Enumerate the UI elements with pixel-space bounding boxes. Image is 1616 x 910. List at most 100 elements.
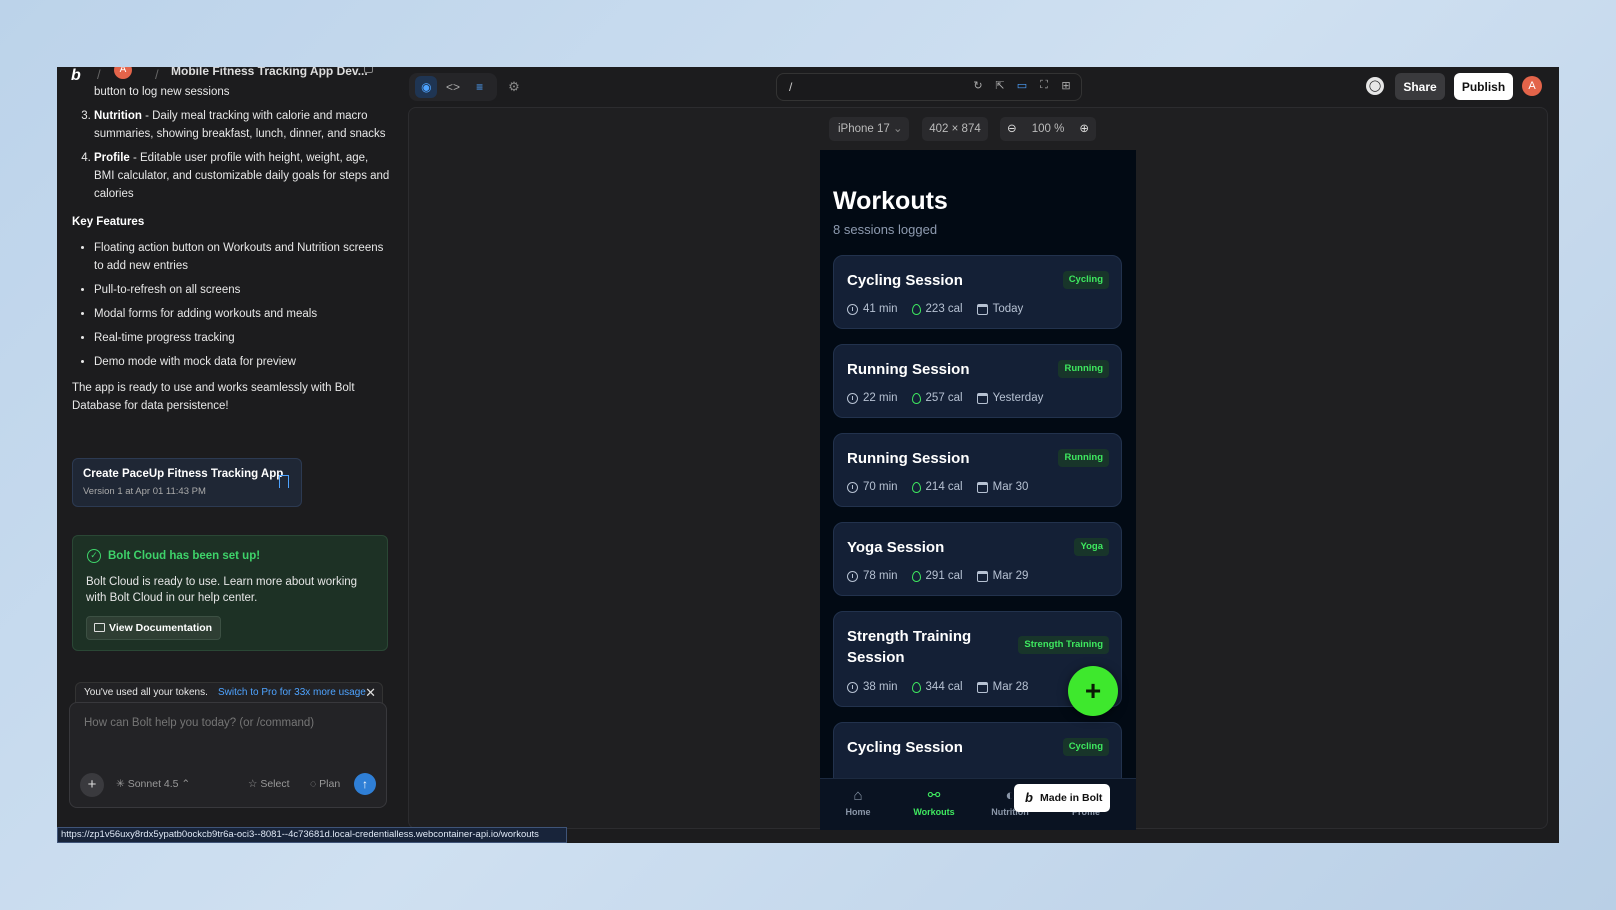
workout-title: Yoga Session	[847, 539, 945, 556]
calories-value: 214 cal	[925, 481, 963, 493]
grid-icon[interactable]: ⊞	[1059, 79, 1073, 92]
github-icon[interactable]: ◯	[1366, 77, 1384, 95]
project-menu-icon[interactable]	[364, 67, 373, 73]
bolt-logo[interactable]: b	[71, 67, 81, 85]
version-card[interactable]: Create PaceUp Fitness Tracking App Versi…	[72, 458, 302, 507]
view-documentation-button[interactable]: View Documentation	[86, 616, 222, 640]
duration: 38 min	[847, 681, 898, 693]
list-item-text: - Editable user profile with height, wei…	[94, 152, 390, 200]
add-workout-button[interactable]: +	[1068, 666, 1118, 716]
add-attachment-button[interactable]: +	[80, 773, 104, 797]
date: Today	[976, 303, 1023, 315]
zoom-in-icon[interactable]: ⊕	[1079, 117, 1089, 141]
select-label: Select	[260, 778, 290, 790]
calories-value: 257 cal	[925, 392, 963, 404]
top-bar: b / A / Mobile Fitness Tracking App Dev.…	[57, 67, 1559, 107]
workout-card[interactable]: Running Session Running 70 min 214 cal M…	[833, 433, 1122, 507]
version-title: Create PaceUp Fitness Tracking App	[83, 468, 284, 480]
page-title: Workouts	[833, 187, 948, 215]
duration: 41 min	[847, 303, 898, 315]
tab-label: Home	[845, 807, 871, 817]
clock-icon	[847, 481, 858, 493]
date: Mar 30	[976, 481, 1028, 493]
workout-type-badge: Strength Training	[1018, 636, 1109, 654]
viewport-dimensions: 402 × 874	[922, 117, 988, 141]
close-icon[interactable]: ✕	[365, 685, 376, 701]
publish-button[interactable]: Publish	[1454, 73, 1513, 100]
prompt-box: + ✳ Sonnet 4.5 ⌃ ☆ Select ◌ Plan ↑	[69, 702, 387, 808]
workout-type-badge: Yoga	[1074, 538, 1109, 556]
made-in-bolt-badge[interactable]: b Made in Bolt	[1014, 784, 1110, 812]
token-notice: You've used all your tokens. Switch to P…	[75, 682, 383, 704]
tab-home[interactable]: ⌂ Home	[828, 787, 888, 817]
dumbbell-icon: ⚯	[927, 787, 941, 804]
workout-card[interactable]: Cycling Session Cycling 41 min 223 cal T…	[833, 255, 1122, 329]
device-selector[interactable]: iPhone 17 ⌄	[829, 117, 909, 141]
gear-icon[interactable]: ⚙	[503, 76, 525, 98]
workout-meta: 41 min 223 cal Today	[847, 303, 1023, 315]
list-item-title: Nutrition	[94, 110, 142, 122]
date: Yesterday	[976, 392, 1044, 404]
list-item-title: Profile	[94, 152, 130, 164]
bookmark-icon[interactable]	[279, 475, 289, 488]
date-value: Mar 28	[992, 681, 1029, 693]
clock-icon	[847, 303, 858, 315]
workout-meta: 22 min 257 cal Yesterday	[847, 392, 1043, 404]
app-window: button to log new sessions Nutrition - D…	[57, 67, 1559, 843]
clock-icon	[847, 681, 858, 693]
fullscreen-icon[interactable]: ⛶	[1037, 79, 1051, 92]
refresh-icon[interactable]: ↻	[971, 79, 985, 92]
flame-icon	[911, 570, 921, 582]
duration: 22 min	[847, 392, 898, 404]
prompt-input[interactable]	[84, 717, 374, 729]
calories: 214 cal	[911, 481, 963, 493]
code-icon[interactable]: <>	[442, 76, 464, 98]
url-bar[interactable]: / ↻ ⇱ ▭ ⛶ ⊞	[776, 73, 1082, 101]
date-value: Yesterday	[992, 392, 1044, 404]
date: Mar 28	[976, 681, 1029, 693]
preview-eye-icon[interactable]: ◉	[415, 76, 438, 98]
page-subtitle: 8 sessions logged	[833, 222, 938, 237]
devices-icon[interactable]: ▭	[1015, 79, 1029, 92]
chevron-down-icon: ⌄	[893, 123, 903, 135]
duration: 78 min	[847, 570, 898, 582]
workout-type-badge: Cycling	[1062, 738, 1109, 756]
status-url: https://zp1v56uxy8rdx5ypatb0ockcb9tr6a-o…	[57, 827, 567, 843]
workout-card[interactable]: Yoga Session Yoga 78 min 291 cal Mar 29	[833, 522, 1122, 596]
user-avatar[interactable]: A	[1522, 76, 1542, 96]
project-title[interactable]: Mobile Fitness Tracking App Dev...	[171, 67, 368, 78]
tab-workouts[interactable]: ⚯ Workouts	[904, 787, 964, 817]
select-button[interactable]: ☆ Select	[248, 778, 290, 790]
tab-label: Workouts	[913, 807, 955, 817]
duration-value: 38 min	[863, 681, 898, 693]
workout-title: Running Session	[847, 361, 970, 378]
external-link-icon[interactable]: ⇱	[993, 79, 1007, 92]
preview-pane: iPhone 17 ⌄ 402 × 874 ⊖ 100 % ⊕ Workouts…	[408, 107, 1548, 830]
workout-type-badge: Cycling	[1062, 271, 1109, 289]
feature-item: Real-time progress tracking	[94, 329, 390, 347]
book-icon	[94, 623, 105, 632]
database-icon[interactable]: ≡	[469, 76, 491, 98]
model-selector[interactable]: ✳ Sonnet 4.5 ⌃	[116, 778, 190, 790]
avatar[interactable]: A	[114, 67, 132, 79]
calories: 257 cal	[911, 392, 963, 404]
send-button[interactable]: ↑	[354, 773, 376, 795]
upgrade-link[interactable]: Switch to Pro for 33x more usage	[218, 687, 366, 698]
plan-button[interactable]: ◌ Plan	[310, 778, 340, 790]
flame-icon	[911, 681, 921, 693]
calories: 291 cal	[911, 570, 963, 582]
workout-type-badge: Running	[1058, 449, 1109, 467]
duration-value: 41 min	[863, 303, 898, 315]
duration-value: 70 min	[863, 481, 898, 493]
device-name: iPhone 17	[838, 123, 890, 135]
url-path[interactable]: /	[789, 80, 792, 94]
feature-item: Demo mode with mock data for preview	[94, 353, 390, 371]
made-in-label: Made in Bolt	[1040, 792, 1103, 804]
list-item: Profile - Editable user profile with hei…	[94, 149, 390, 203]
features-list: Floating action button on Workouts and N…	[72, 239, 390, 371]
workout-card[interactable]: Running Session Running 22 min 257 cal Y…	[833, 344, 1122, 418]
token-notice-text: You've used all your tokens.	[84, 687, 208, 698]
version-subtitle: Version 1 at Apr 01 11:43 PM	[83, 486, 206, 497]
share-button[interactable]: Share	[1395, 73, 1445, 100]
zoom-out-icon[interactable]: ⊖	[1007, 117, 1017, 141]
